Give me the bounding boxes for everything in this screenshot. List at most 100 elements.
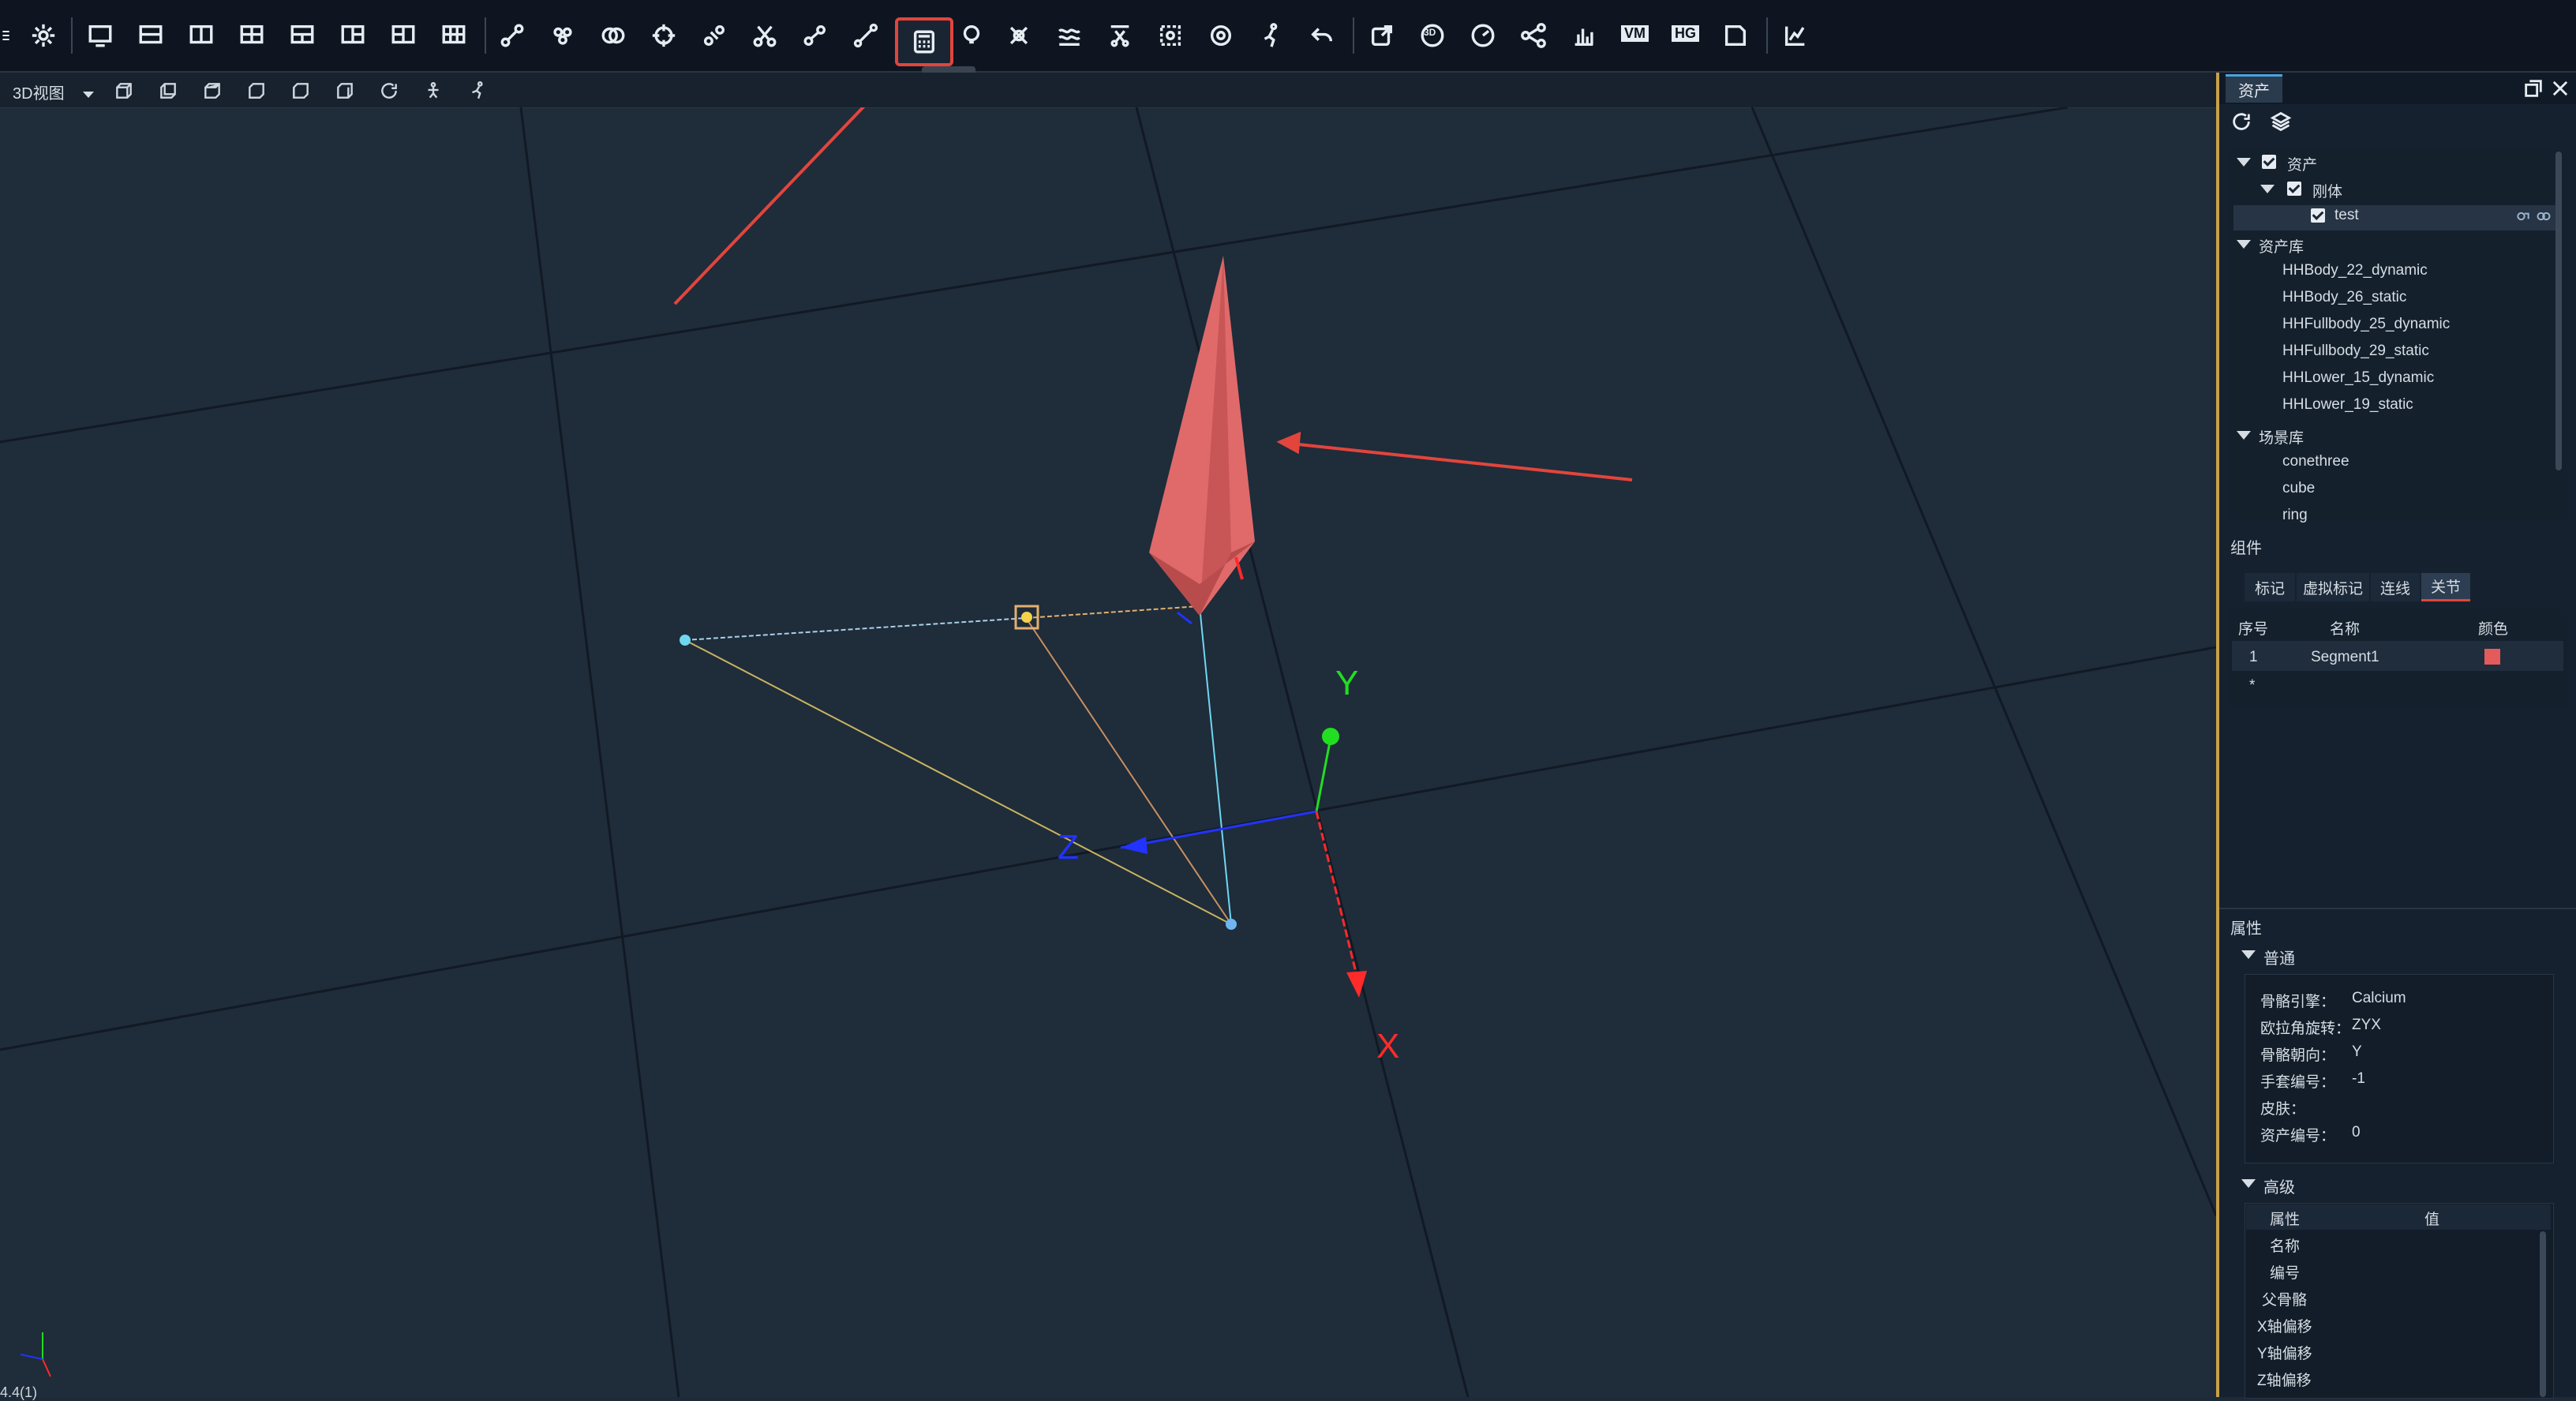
layout-grid-icon[interactable] [432, 14, 475, 57]
tab-links[interactable]: 连线 [2371, 573, 2420, 601]
layout-horizontal-split-icon[interactable] [129, 14, 172, 57]
advanced-row[interactable]: 父骨骼 [2262, 1288, 2307, 1309]
figure-run-icon[interactable] [1250, 14, 1293, 57]
tree-assets[interactable]: 资产 [2287, 153, 2317, 174]
connect-icon[interactable] [693, 14, 736, 57]
panel-divider[interactable] [2219, 908, 2576, 909]
edit-icon[interactable] [2514, 208, 2532, 224]
tree-scrollbar[interactable] [2555, 152, 2562, 470]
marker-point[interactable] [1021, 612, 1032, 623]
select-box-icon[interactable] [1149, 14, 1192, 57]
cut-wave-icon[interactable] [1099, 14, 1141, 57]
bar-chart-icon[interactable] [1563, 14, 1605, 57]
tree-asset-library[interactable]: 资产库 [2259, 235, 2304, 257]
expand-rigid-icon[interactable] [2260, 185, 2275, 193]
bone-segment[interactable] [1149, 256, 1255, 616]
library-item[interactable]: HHFullbody_25_dynamic [2282, 316, 2450, 333]
marker-group-icon[interactable] [541, 14, 584, 57]
library-item[interactable]: HHLower_15_dynamic [2282, 369, 2434, 387]
link-icon[interactable] [2535, 208, 2552, 224]
scene-canvas[interactable]: Y Z X [0, 107, 2216, 1397]
run-figure-view-icon[interactable] [464, 77, 491, 104]
tab-assets[interactable]: 资产 [2226, 74, 2282, 103]
reset-view-icon[interactable] [376, 77, 402, 104]
table-row[interactable] [2232, 641, 2563, 671]
tree-scene-library[interactable]: 场景库 [2259, 426, 2304, 448]
prop-value[interactable]: ZYX [2352, 1017, 2381, 1034]
document-icon[interactable] [1714, 14, 1757, 57]
expand-assets-icon[interactable] [2237, 158, 2251, 167]
scene-item[interactable]: conethree [2282, 453, 2349, 470]
layout-right-split-icon[interactable] [382, 14, 425, 57]
expand-library-icon[interactable] [2237, 240, 2251, 249]
assets-checkbox[interactable] [2262, 155, 2276, 169]
layout-left-split-icon[interactable] [331, 14, 374, 57]
prop-value[interactable]: -1 [2352, 1070, 2365, 1088]
close-icon[interactable] [2549, 77, 2571, 99]
advanced-row[interactable]: Y轴偏移 [2257, 1342, 2312, 1363]
marker-point[interactable] [680, 635, 691, 646]
library-item[interactable]: HHLower_19_static [2282, 396, 2413, 414]
float-window-icon[interactable] [2522, 77, 2544, 99]
layout-single-icon[interactable] [79, 14, 122, 57]
segment-icon[interactable] [844, 14, 887, 57]
library-item[interactable]: HHBody_26_static [2282, 289, 2406, 306]
scissors-icon[interactable] [743, 14, 786, 57]
refresh-icon[interactable] [2230, 111, 2252, 133]
layout-quad-icon[interactable] [230, 14, 273, 57]
axis-chart-icon[interactable] [1774, 14, 1817, 57]
tab-markers[interactable]: 标记 [2245, 573, 2295, 601]
view-right-icon[interactable] [331, 77, 358, 104]
scene-item[interactable]: ring [2282, 507, 2308, 524]
tab-joints[interactable]: 关节 [2421, 573, 2470, 601]
bulb-icon[interactable] [950, 14, 993, 57]
expand-general-icon[interactable] [2241, 950, 2256, 959]
advanced-row[interactable]: 名称 [2270, 1234, 2300, 1256]
test-checkbox[interactable] [2311, 208, 2325, 223]
view-front-icon[interactable] [110, 77, 137, 104]
advanced-scrollbar[interactable] [2540, 1231, 2546, 1397]
markers[interactable] [680, 605, 1237, 930]
advanced-row[interactable]: Z轴偏移 [2257, 1369, 2312, 1390]
overlap-icon[interactable] [592, 14, 635, 57]
share-nodes-icon[interactable] [1512, 14, 1555, 57]
export-icon[interactable] [1361, 14, 1403, 57]
menu-partial-icon[interactable] [0, 14, 16, 57]
view-back-icon[interactable] [155, 77, 182, 104]
advanced-row[interactable]: X轴偏移 [2257, 1315, 2312, 1336]
expand-advanced-icon[interactable] [2241, 1179, 2256, 1188]
advanced-row[interactable]: 编号 [2270, 1261, 2300, 1283]
new-row-marker[interactable]: * [2249, 677, 2255, 695]
transform-gizmo[interactable]: Y Z X [1058, 611, 1399, 1066]
prop-value[interactable]: 0 [2352, 1124, 2361, 1141]
tree-rigid[interactable]: 刚体 [2312, 180, 2342, 201]
row-color-swatch[interactable] [2484, 649, 2500, 665]
library-item[interactable]: HHFullbody_29_static [2282, 343, 2429, 360]
library-item[interactable]: HHBody_22_dynamic [2282, 262, 2428, 279]
wave-icon[interactable] [1048, 14, 1091, 57]
view-mode-select[interactable]: 3D视图 [13, 81, 95, 103]
tree-item-test[interactable]: test [2334, 207, 2359, 224]
speed-gauge-icon[interactable] [1462, 14, 1504, 57]
view-bottom-icon[interactable] [243, 77, 270, 104]
view-top-icon[interactable] [199, 77, 226, 104]
crosshair-icon[interactable] [642, 14, 685, 57]
view-left-icon[interactable] [287, 77, 314, 104]
layout-vertical-split-icon[interactable] [180, 14, 223, 57]
layout-top-split-icon[interactable] [281, 14, 324, 57]
vm-button[interactable]: VM [1613, 14, 1656, 57]
cross-target-icon[interactable] [998, 14, 1040, 57]
hg-button[interactable]: HG [1664, 14, 1706, 57]
undo-icon[interactable] [1301, 14, 1343, 57]
3d-mode-button[interactable]: 3D [1411, 14, 1454, 57]
layers-icon[interactable] [2270, 111, 2292, 133]
prop-value[interactable]: Y [2352, 1043, 2362, 1061]
orbit-icon[interactable] [1200, 14, 1242, 57]
settings-gear-icon[interactable] [22, 14, 65, 57]
rigid-checkbox[interactable] [2287, 182, 2301, 196]
tab-virtual-markers[interactable]: 虚拟标记 [2297, 573, 2369, 601]
bone-link-icon[interactable] [794, 14, 837, 57]
expand-scene-icon[interactable] [2237, 431, 2251, 440]
prop-value[interactable]: Calcium [2352, 990, 2406, 1007]
solve-calculator-button[interactable] [895, 17, 953, 66]
